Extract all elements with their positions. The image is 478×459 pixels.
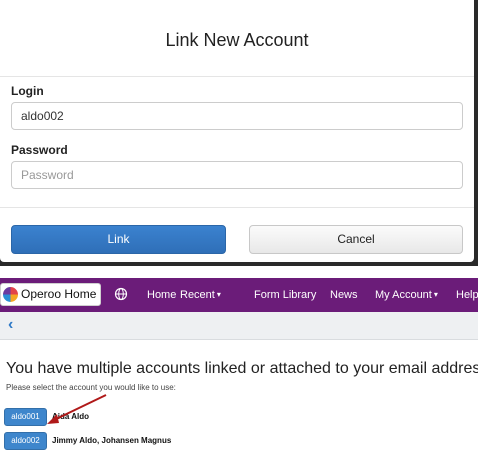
- modal-title: Link New Account: [0, 0, 474, 77]
- globe-icon[interactable]: [114, 287, 128, 301]
- nav-home[interactable]: Home: [147, 278, 176, 312]
- nav-my-account-label: My Account: [375, 289, 432, 301]
- back-chevron-icon[interactable]: ‹: [8, 317, 26, 335]
- nav-recent[interactable]: Recent ▾: [180, 278, 221, 312]
- account-name: Jimmy Aldo, Johansen Magnus: [52, 436, 172, 445]
- nav-recent-label: Recent: [180, 289, 215, 301]
- nav-news[interactable]: News: [330, 278, 358, 312]
- operoo-logo-icon: [3, 287, 18, 302]
- account-select-page: Operoo Home▾ Home Recent▾ Form Library N…: [0, 270, 478, 459]
- nav-form-library[interactable]: Form Library: [254, 278, 316, 312]
- chevron-down-icon: ▾: [216, 290, 221, 300]
- red-annotation-arrow-icon: [47, 394, 107, 424]
- page-instructions: Please select the account you would like…: [6, 383, 176, 392]
- sub-toolbar: ‹: [0, 312, 478, 340]
- account-button-aldo002[interactable]: aldo002: [4, 432, 47, 450]
- password-input[interactable]: Password: [11, 161, 463, 189]
- modal-footer: Link Cancel: [0, 207, 474, 262]
- nav-my-account[interactable]: My Account ▾: [375, 278, 438, 312]
- top-navbar: Operoo Home▾ Home Recent▾ Form Library N…: [0, 278, 478, 320]
- login-input[interactable]: aldo002: [11, 102, 463, 130]
- operoo-home-dropdown[interactable]: Operoo Home▾: [0, 283, 101, 320]
- chevron-down-icon: ▾: [433, 290, 438, 300]
- cancel-button[interactable]: Cancel: [249, 225, 463, 254]
- link-button[interactable]: Link: [11, 225, 226, 254]
- nav-help[interactable]: Help: [456, 278, 478, 312]
- link-account-modal: Link New Account Login aldo002 Password …: [0, 0, 474, 262]
- login-label: Login: [11, 84, 44, 98]
- modal-backdrop: Link New Account Login aldo002 Password …: [0, 0, 478, 266]
- page-heading: You have multiple accounts linked or att…: [6, 360, 478, 377]
- password-label: Password: [11, 143, 68, 157]
- operoo-home-label: Operoo Home: [21, 287, 97, 301]
